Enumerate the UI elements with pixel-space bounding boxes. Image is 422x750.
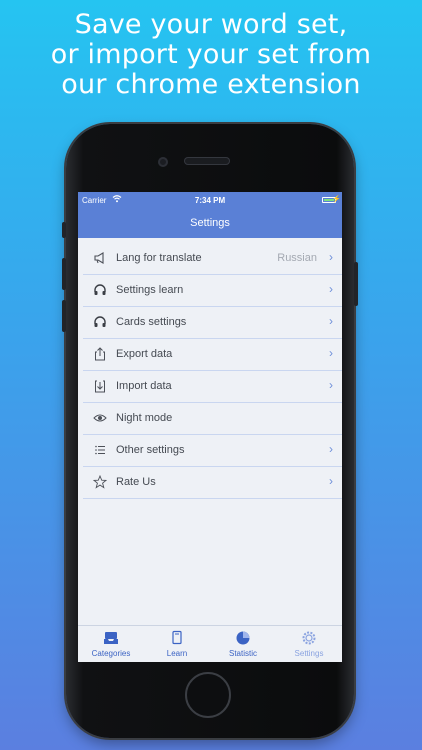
chevron-right-icon: › bbox=[329, 250, 333, 264]
promo-headline: Save your word set, or import your set f… bbox=[0, 10, 422, 100]
settings-row-lang-for-translate[interactable]: Lang for translate Russian › bbox=[83, 243, 342, 275]
language-value: Russian bbox=[277, 252, 317, 264]
gear-icon bbox=[301, 630, 317, 646]
headline-line-3: our chrome extension bbox=[61, 69, 361, 100]
settings-row-label: Cards settings bbox=[116, 316, 187, 328]
settings-row-label: Import data bbox=[116, 380, 172, 392]
tab-bar: Categories Learn Statistic Settings bbox=[78, 625, 342, 662]
home-button[interactable] bbox=[185, 672, 231, 718]
chevron-right-icon: › bbox=[329, 442, 333, 456]
status-time: 7:34 PM bbox=[194, 196, 226, 205]
tab-label: Learn bbox=[166, 649, 188, 658]
volume-down-button bbox=[62, 300, 66, 332]
headphones-icon bbox=[93, 283, 107, 297]
volume-up-button bbox=[62, 258, 66, 290]
headline-line-2: or import your set from bbox=[50, 39, 372, 70]
star-icon bbox=[92, 474, 108, 489]
chevron-right-icon: › bbox=[329, 282, 333, 296]
settings-row-settings-learn[interactable]: Settings learn › bbox=[83, 275, 342, 307]
settings-row-label: Settings learn bbox=[116, 284, 184, 296]
front-camera bbox=[158, 157, 168, 167]
chevron-right-icon: › bbox=[329, 314, 333, 328]
settings-row-cards-settings[interactable]: Cards settings › bbox=[83, 307, 342, 339]
tab-learn[interactable]: Learn bbox=[144, 626, 210, 662]
tab-label: Settings bbox=[294, 649, 324, 658]
power-button bbox=[354, 262, 358, 306]
headline-line-1: Save your word set, bbox=[74, 9, 348, 40]
share-icon bbox=[93, 347, 107, 361]
page-title: Settings bbox=[190, 217, 230, 229]
chevron-right-icon: › bbox=[329, 378, 333, 392]
headphones-icon bbox=[93, 315, 107, 329]
settings-row-other-settings[interactable]: Other settings › bbox=[83, 435, 342, 467]
settings-row-label: Night mode bbox=[116, 412, 173, 424]
app-screen: Carrier 7:34 PM ⚡ Settings Lang for tran… bbox=[78, 192, 342, 662]
settings-row-label: Other settings bbox=[116, 444, 185, 456]
chevron-right-icon: › bbox=[329, 346, 333, 360]
earpiece-speaker bbox=[184, 157, 230, 165]
pie-chart-icon bbox=[235, 630, 251, 646]
settings-row-label: Lang for translate bbox=[116, 252, 202, 264]
megaphone-icon bbox=[93, 251, 107, 265]
settings-row-rate-us[interactable]: Rate Us › bbox=[83, 467, 342, 499]
eye-icon bbox=[93, 411, 107, 425]
settings-row-import-data[interactable]: Import data › bbox=[83, 371, 342, 403]
mute-switch bbox=[62, 222, 66, 238]
tab-categories[interactable]: Categories bbox=[78, 626, 144, 662]
tab-label: Statistic bbox=[228, 649, 257, 658]
settings-row-export-data[interactable]: Export data › bbox=[83, 339, 342, 371]
navigation-bar: Settings bbox=[78, 208, 342, 238]
chevron-right-icon: › bbox=[329, 474, 333, 488]
status-bar: Carrier 7:34 PM ⚡ bbox=[78, 192, 342, 208]
settings-row-night-mode[interactable]: Night mode bbox=[83, 403, 342, 435]
card-icon bbox=[169, 630, 185, 646]
tab-label: Categories bbox=[91, 649, 131, 658]
download-icon bbox=[93, 379, 107, 393]
inbox-tray-icon bbox=[103, 630, 119, 646]
charging-icon: ⚡ bbox=[332, 196, 341, 203]
settings-row-label: Export data bbox=[116, 348, 173, 360]
settings-list: Lang for translate Russian › Settings le… bbox=[83, 243, 342, 499]
settings-row-label: Rate Us bbox=[116, 476, 156, 488]
list-icon bbox=[93, 443, 107, 457]
tab-statistic[interactable]: Statistic bbox=[210, 626, 276, 662]
tab-settings[interactable]: Settings bbox=[276, 626, 342, 662]
